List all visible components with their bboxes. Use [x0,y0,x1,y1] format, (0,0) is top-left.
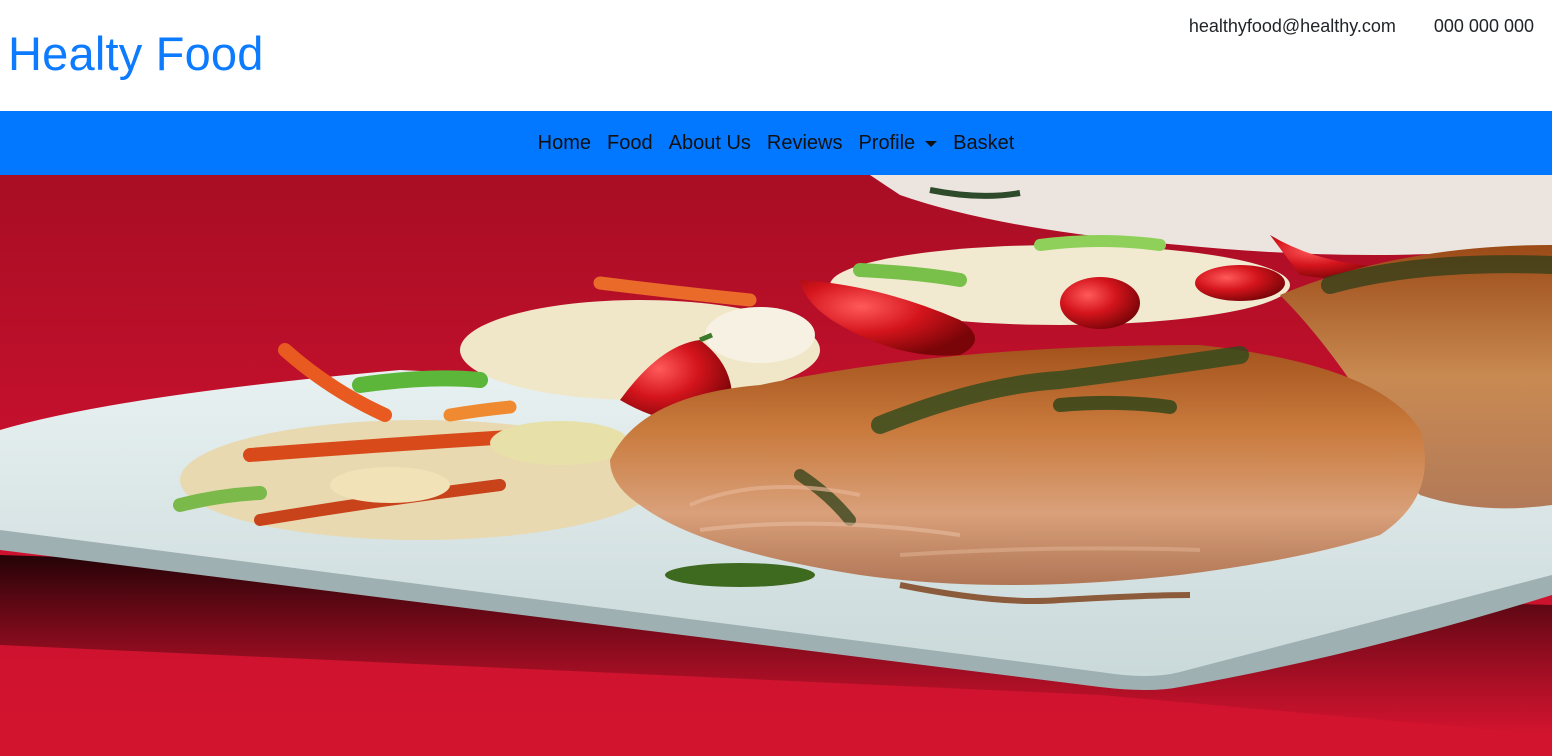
nav-item-profile-label: Profile [858,132,916,154]
contact-email: healthyfood@healthy.com [1188,16,1396,36]
brand-logo-link[interactable]: Healty Food [8,26,264,82]
hero-food-illustration [0,175,1552,756]
main-navbar: Home Food About Us Reviews Profile Baske… [0,111,1552,175]
hero-image [0,175,1552,756]
top-header: Healty Food healthyfood@healthy.com 000 … [0,0,1552,111]
nav-item-food[interactable]: Food [599,129,661,157]
caret-down-icon [925,141,938,147]
nav-item-reviews[interactable]: Reviews [759,129,851,157]
contact-phone: 000 000 000 [1433,16,1534,36]
nav-item-basket[interactable]: Basket [945,129,1022,157]
nav-item-profile-dropdown[interactable]: Profile [850,129,945,157]
nav-list: Home Food About Us Reviews Profile Baske… [530,129,1023,157]
nav-item-about-us[interactable]: About Us [661,129,759,157]
page: Healty Food healthyfood@healthy.com 000 … [0,0,1552,756]
contact-info: healthyfood@healthy.com 000 000 000 [1189,14,1534,38]
nav-item-home[interactable]: Home [530,129,599,157]
